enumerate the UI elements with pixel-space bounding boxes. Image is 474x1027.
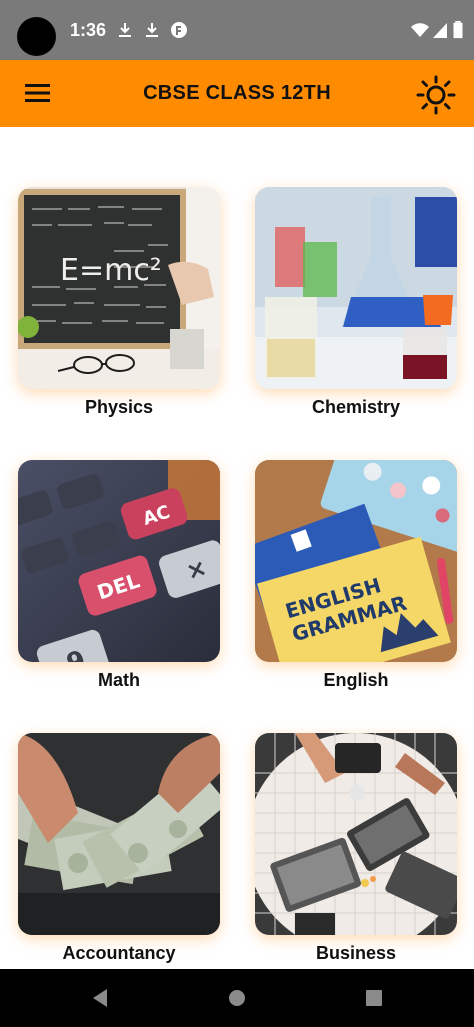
physics-image: E=mc²: [18, 187, 220, 389]
english-image: ENGLISH GRAMMAR: [255, 460, 457, 662]
download-icon: [146, 23, 158, 37]
sun-icon[interactable]: [416, 75, 456, 115]
download-icon: [119, 23, 131, 37]
status-bar: 1:36: [0, 0, 474, 60]
subject-label-chemistry: Chemistry: [311, 397, 401, 417]
subject-card-math[interactable]: AC DEL × 9 Math: [18, 460, 220, 700]
subject-grid: E=mc² Physics Chemistry AC DEL × Math EN…: [0, 127, 474, 969]
status-time: 1:36: [70, 20, 107, 40]
battery-icon: [453, 21, 463, 39]
business-image: [255, 733, 457, 935]
subject-card-chemistry[interactable]: Chemistry: [255, 187, 457, 427]
subject-label-business: Business: [315, 943, 397, 963]
app-bar: CBSE CLASS 12TH: [0, 60, 474, 127]
subject-card-accountancy[interactable]: Accountancy: [18, 733, 220, 973]
physics-formula: E=mc²: [60, 253, 162, 288]
home-icon[interactable]: [227, 987, 247, 1009]
accountancy-image: [18, 733, 220, 935]
subject-label-math: Math: [98, 670, 140, 690]
subject-label-english: English: [323, 670, 389, 690]
page-title: CBSE CLASS 12TH: [143, 82, 331, 104]
signal-icon: [433, 23, 447, 38]
subject-card-english[interactable]: ENGLISH GRAMMAR English: [255, 460, 457, 700]
notification-icon: [171, 22, 187, 38]
math-image: AC DEL × 9: [18, 460, 220, 662]
subject-label-physics: Physics: [84, 397, 154, 417]
subject-card-business[interactable]: Business: [255, 733, 457, 973]
camera-cutout: [17, 17, 56, 56]
subject-label-accountancy: Accountancy: [62, 943, 176, 963]
wifi-icon: [411, 23, 429, 37]
chemistry-image: [255, 187, 457, 389]
back-icon[interactable]: [90, 987, 110, 1009]
recents-icon[interactable]: [364, 987, 384, 1009]
navigation-bar: [0, 969, 474, 1027]
subject-card-physics[interactable]: E=mc² Physics: [18, 187, 220, 427]
